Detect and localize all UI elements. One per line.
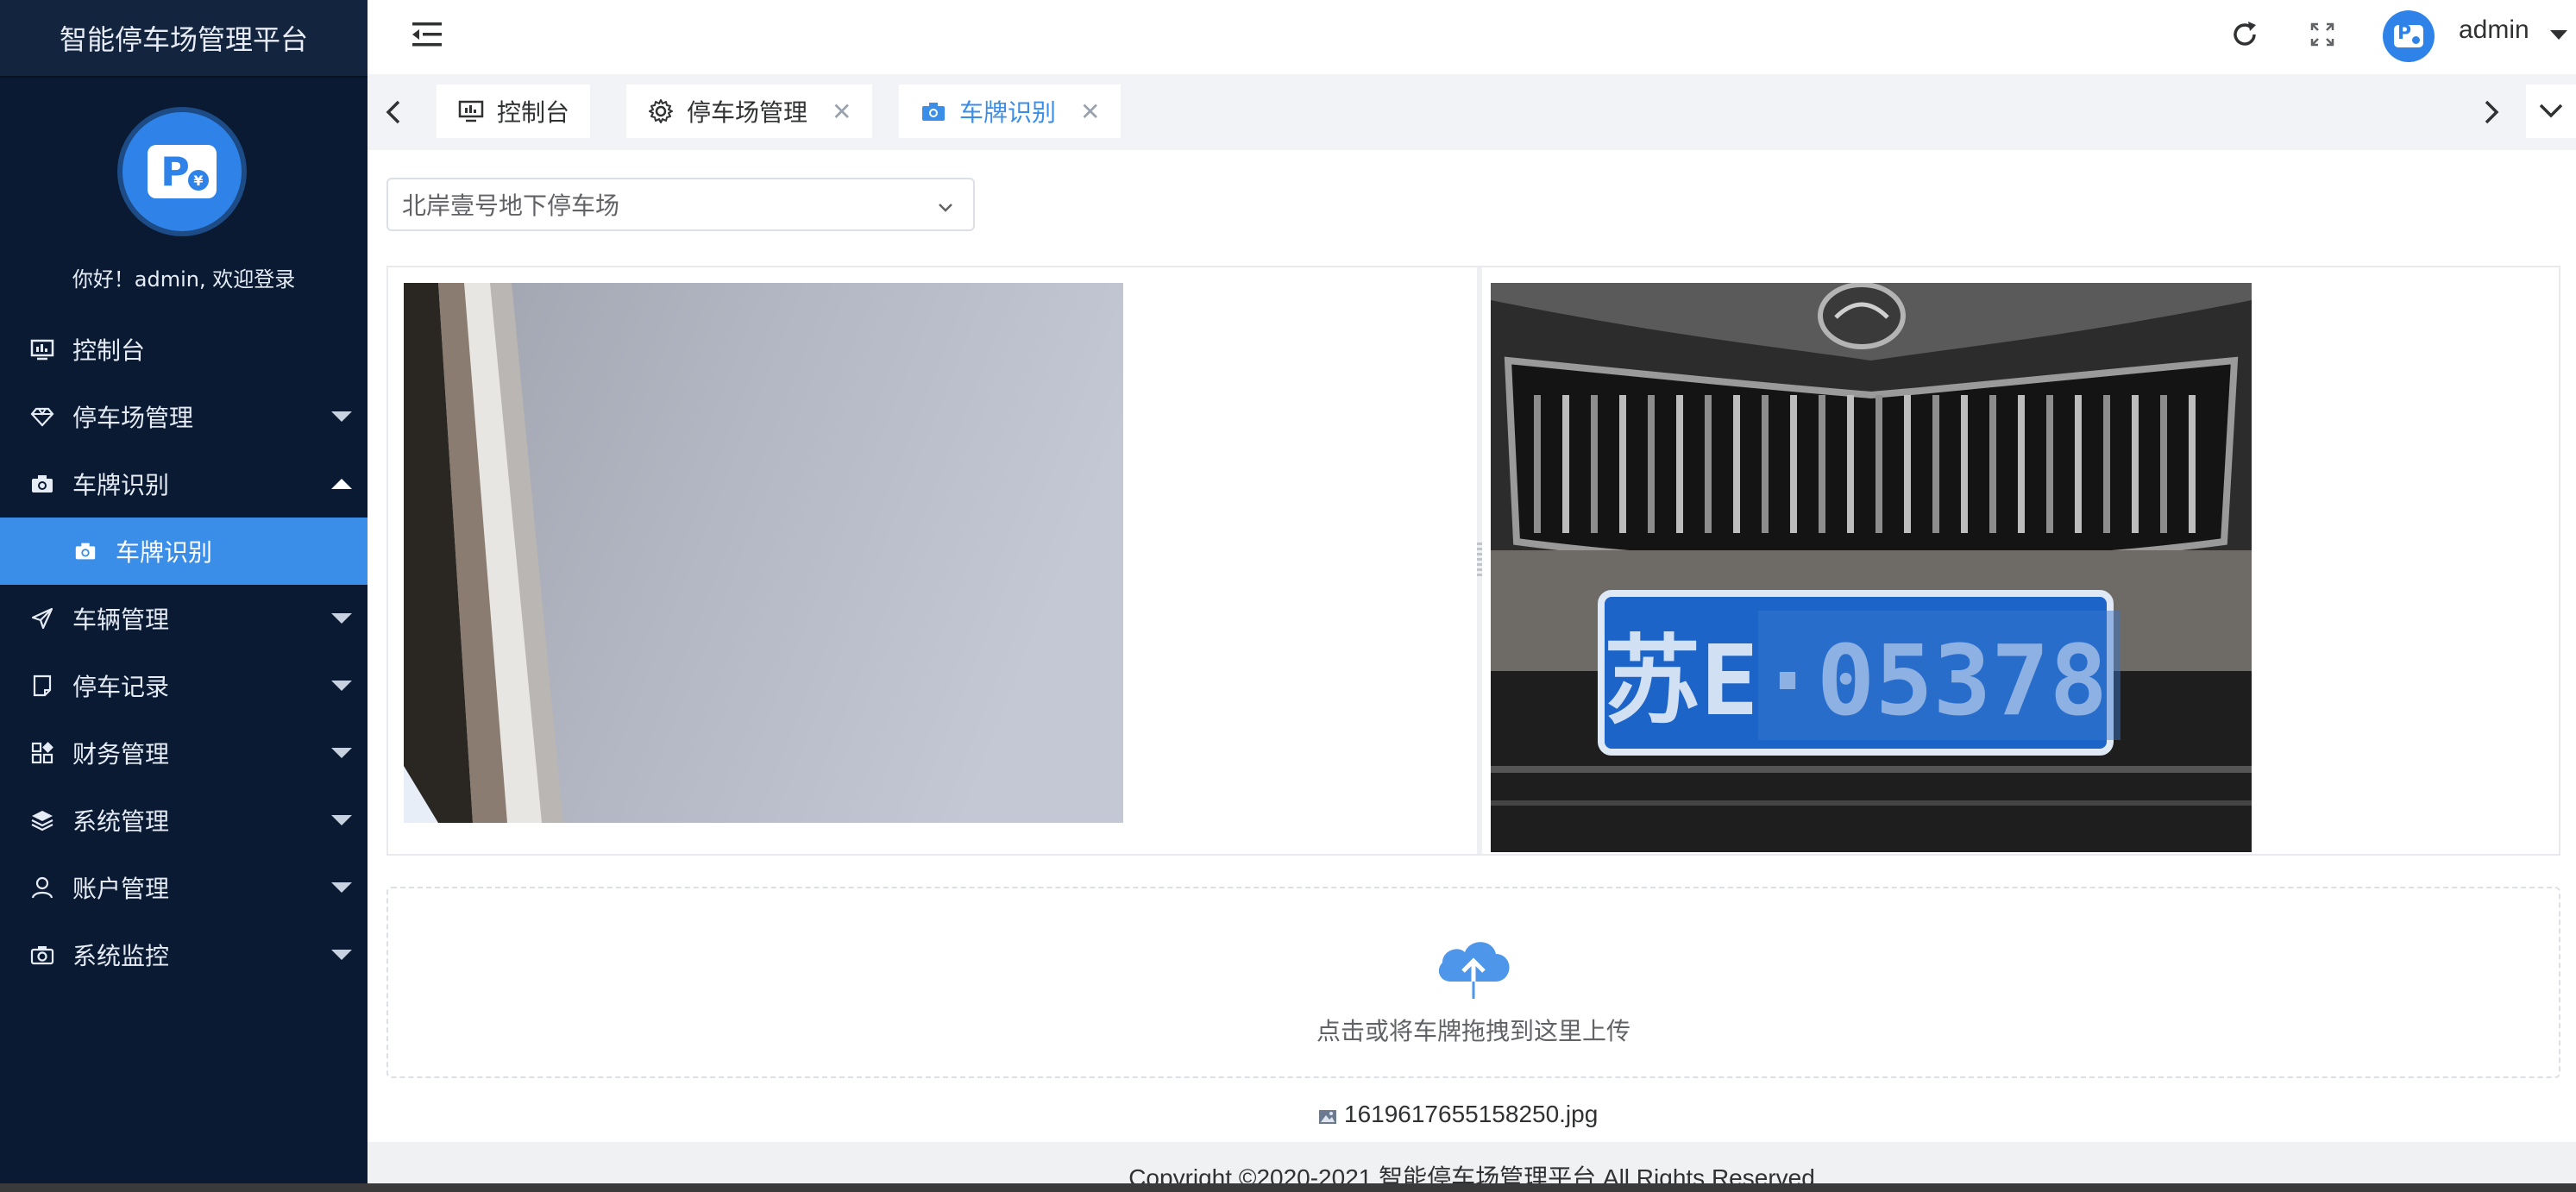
chevron-down-icon xyxy=(935,195,956,216)
sidebar-item-system-monitor[interactable]: 系统监控 xyxy=(0,921,368,988)
welcome-text: 你好！admin, 欢迎登录 xyxy=(72,267,296,292)
chevron-right-icon[interactable] xyxy=(2481,97,2502,128)
upload-hint: 点击或将车牌拖拽到这里上传 xyxy=(1316,1017,1630,1045)
camera-panels: 苏E·05378 xyxy=(386,266,2560,856)
caret-up-icon xyxy=(331,479,352,489)
parking-logo-icon: P ¥ xyxy=(148,145,217,198)
parking-logo-icon: P xyxy=(2394,22,2423,47)
tab-plate-recognition[interactable]: 车牌识别 ✕ xyxy=(899,85,1122,138)
image-file-icon xyxy=(1318,1105,1337,1124)
upload-dropzone[interactable]: 点击或将车牌拖拽到这里上传 xyxy=(386,887,2560,1078)
send-icon xyxy=(29,605,55,631)
tab-parking-management[interactable]: 停车场管理 ✕ xyxy=(626,85,873,138)
sidebar-item-label: 停车记录 xyxy=(72,673,170,701)
sidebar-item-finance-management[interactable]: 财务管理 xyxy=(0,719,368,787)
tabs-bar: 控制台 停车场管理 ✕ 车牌识别 ✕ xyxy=(368,74,2576,150)
caret-down-icon xyxy=(331,882,352,893)
camera-icon xyxy=(29,471,55,497)
sidebar-item-vehicle-management[interactable]: 车辆管理 xyxy=(0,585,368,652)
caret-down-icon[interactable] xyxy=(2550,30,2567,40)
refresh-icon[interactable] xyxy=(2227,17,2262,52)
sidebar-item-system-management[interactable]: 系统管理 xyxy=(0,787,368,854)
window-bottom-bar xyxy=(0,1183,2576,1192)
gear-icon xyxy=(647,97,675,125)
sidebar-item-label: 车辆管理 xyxy=(72,605,170,634)
camera-icon xyxy=(920,97,947,125)
close-icon[interactable]: ✕ xyxy=(832,97,851,126)
sidebar-item-label: 车牌识别 xyxy=(72,471,170,499)
sidebar-item-label: 车牌识别 xyxy=(116,538,213,567)
caret-down-icon xyxy=(331,411,352,422)
sidebar-item-label: 系统管理 xyxy=(72,807,170,836)
sidebar-subitem-plate-recognition[interactable]: 车牌识别 xyxy=(0,518,368,585)
layers-icon xyxy=(29,807,55,833)
grid-icon xyxy=(29,740,55,766)
sidebar-item-label: 停车场管理 xyxy=(72,404,194,432)
tabs-dropdown[interactable] xyxy=(2526,85,2576,138)
caret-down-icon xyxy=(331,748,352,758)
tab-label: 车牌识别 xyxy=(959,98,1057,127)
chevron-down-icon xyxy=(2539,104,2563,118)
sidebar-menu: 控制台 停车场管理 车牌识别 车牌识别 车辆管理 停车记录 财务管理 系统管理 … xyxy=(0,316,368,988)
caret-down-icon xyxy=(331,950,352,960)
sidebar-item-label: 控制台 xyxy=(72,336,146,365)
select-value: 北岸壹号地下停车场 xyxy=(402,191,620,220)
sidebar-item-plate-recognition[interactable]: 车牌识别 xyxy=(0,450,368,518)
sidebar-item-parking-management[interactable]: 停车场管理 xyxy=(0,383,368,450)
chevron-left-icon[interactable] xyxy=(383,97,404,128)
tab-dashboard[interactable]: 控制台 xyxy=(437,85,591,138)
sidebar-item-label: 财务管理 xyxy=(72,740,170,769)
parking-lot-select[interactable]: 北岸壹号地下停车场 xyxy=(386,178,975,231)
tab-label: 停车场管理 xyxy=(687,98,808,127)
live-camera-view xyxy=(404,283,1123,823)
app-title: 智能停车场管理平台 xyxy=(0,0,368,78)
sidebar: 智能停车场管理平台 P ¥ 你好！admin, 欢迎登录 控制台 停车场管理 车牌… xyxy=(0,0,368,1192)
dashboard-icon xyxy=(29,336,55,362)
sidebar-item-label: 账户管理 xyxy=(72,875,170,903)
logo-avatar: P ¥ xyxy=(117,107,247,236)
diamond-icon xyxy=(29,404,55,430)
tab-label: 控制台 xyxy=(497,98,570,127)
caret-down-icon xyxy=(331,681,352,691)
monitor-camera-icon xyxy=(29,942,55,968)
user-icon xyxy=(29,875,55,900)
close-icon[interactable]: ✕ xyxy=(1080,97,1100,126)
sidebar-item-label: 系统监控 xyxy=(72,942,170,970)
caret-down-icon xyxy=(331,613,352,624)
user-name[interactable]: admin xyxy=(2459,16,2529,45)
sidebar-item-account-management[interactable]: 账户管理 xyxy=(0,854,368,921)
cloud-upload-icon xyxy=(1432,932,1515,1001)
fullscreen-icon[interactable] xyxy=(2305,17,2340,52)
user-avatar[interactable]: P xyxy=(2383,10,2435,62)
menu-collapse-icon[interactable] xyxy=(411,21,443,48)
top-header: P admin xyxy=(368,0,2576,69)
camera-icon xyxy=(72,538,98,564)
plate-image-view: 苏E·05378 xyxy=(1491,283,2252,852)
sidebar-item-dashboard[interactable]: 控制台 xyxy=(0,316,368,383)
note-icon xyxy=(29,673,55,699)
caret-down-icon xyxy=(331,815,352,825)
uploaded-file[interactable]: 1619617655158250.jpg xyxy=(1318,1101,1598,1128)
sidebar-item-parking-records[interactable]: 停车记录 xyxy=(0,652,368,719)
monitor-icon xyxy=(457,97,485,125)
resize-handle[interactable] xyxy=(1477,542,1482,576)
file-name: 1619617655158250.jpg xyxy=(1344,1101,1599,1127)
